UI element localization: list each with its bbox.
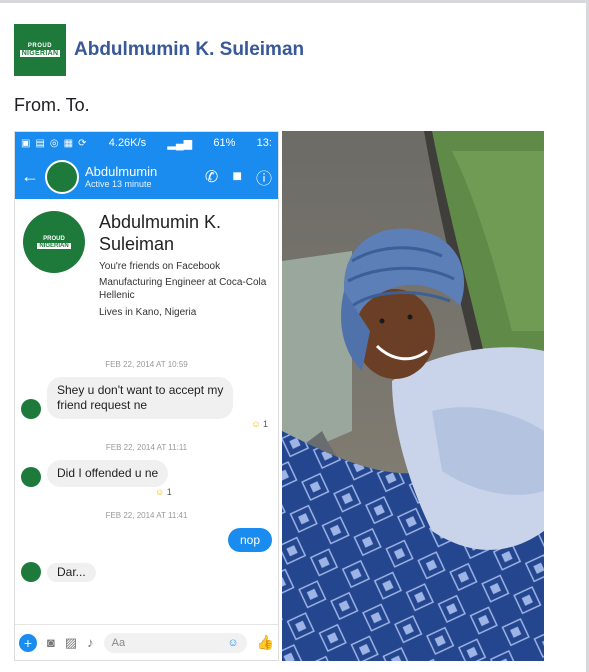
message-input-placeholder: Aa: [111, 636, 126, 649]
message-reaction[interactable]: ☺ 1: [15, 419, 278, 429]
sender-avatar: [21, 467, 41, 487]
contact-name: Abdulmumin: [85, 164, 158, 179]
avatar-text-proud: PROUD: [27, 43, 53, 49]
signal-icon: ▂▄▆: [167, 137, 193, 150]
timestamp: FEB 22, 2014 AT 10:59: [105, 360, 188, 369]
message-composer: + ◙ ▨ ♪ Aa ☺ 👍: [15, 624, 278, 660]
profile-name-line1: Abdulmumin K.: [99, 212, 222, 232]
plus-icon[interactable]: +: [19, 633, 37, 652]
profile-avatar-nigerian: NIGERIAN: [37, 242, 71, 249]
author-avatar[interactable]: PROUD NIGERIAN: [14, 24, 66, 76]
message-row: Did I offended u ne: [15, 460, 278, 487]
laugh-emoji-icon: ☺: [155, 487, 165, 497]
avatar-text-nigerian: NIGERIAN: [19, 50, 61, 57]
gallery-notif-icon: ▦: [63, 137, 75, 149]
partial-message-bubble[interactable]: Dar...: [47, 563, 96, 582]
microphone-icon[interactable]: ♪: [87, 635, 94, 650]
back-arrow-icon[interactable]: ←: [21, 166, 39, 187]
message-text-line2: friend request ne: [57, 398, 148, 412]
phone-icon[interactable]: ✆: [205, 167, 218, 187]
active-status: Active 13 minute: [85, 179, 152, 189]
contact-profile: PROUD NIGERIAN Abdulmumin K. Suleiman Yo…: [15, 199, 278, 319]
sync-icon: ⟳: [78, 137, 88, 149]
whatsapp-icon: ◎: [49, 137, 60, 149]
notification-icon: ▣: [21, 137, 32, 149]
sender-avatar: [21, 562, 41, 582]
profile-avatar-proud: PROUD: [43, 235, 65, 242]
thumbs-up-icon[interactable]: 👍: [257, 634, 274, 651]
post-header: PROUD NIGERIAN Abdulmumin K. Suleiman: [14, 24, 304, 76]
profile-name-line2: Suleiman: [99, 234, 175, 254]
status-icons: ▣ ▤ ◎ ▦ ⟳: [21, 138, 87, 149]
message-text-line1: Shey u don't want to accept my: [57, 383, 224, 397]
conversation-header: ← Abdulmumin Active 13 minute ✆ ■ ⓘ: [15, 154, 278, 199]
message-bubble[interactable]: Did I offended u ne: [47, 460, 169, 487]
message-reaction[interactable]: ☺ 1: [15, 487, 278, 497]
author-name-link[interactable]: Abdulmumin K. Suleiman: [74, 39, 304, 61]
friends-status: You're friends on Facebook: [99, 261, 221, 272]
outgoing-message-bubble[interactable]: nop: [227, 528, 272, 552]
message-row: Dar...: [15, 562, 278, 582]
phone-status-bar: ▣ ▤ ◎ ▦ ⟳ 4.26K/s ▂▄▆ 61% 13:: [15, 132, 278, 154]
message-row-outgoing: nop: [15, 528, 278, 552]
post-text: From. To.: [14, 95, 90, 115]
camera-icon[interactable]: ◙: [47, 635, 55, 650]
sender-avatar: [21, 399, 41, 419]
timestamp: FEB 22, 2014 AT 11:11: [105, 443, 188, 452]
image-icon[interactable]: ▨: [65, 635, 77, 651]
post-card: PROUD NIGERIAN Abdulmumin K. Suleiman Fr…: [0, 0, 589, 672]
contact-avatar[interactable]: [45, 159, 79, 194]
profile-avatar[interactable]: PROUD NIGERIAN: [23, 211, 85, 273]
photo-woman-in-car[interactable]: [282, 131, 544, 661]
photo-illustration: [282, 131, 544, 661]
info-icon[interactable]: ⓘ: [256, 165, 272, 189]
reaction-count: 1: [262, 419, 268, 429]
chat-thread[interactable]: FEB 22, 2014 AT 10:59 Shey u don't want …: [15, 352, 278, 582]
laugh-emoji-icon: ☺: [251, 419, 261, 429]
message-input[interactable]: Aa ☺: [103, 632, 247, 653]
emoji-icon[interactable]: ☺: [227, 637, 238, 649]
job-line2: Hellenic: [99, 290, 135, 301]
video-icon[interactable]: ■: [232, 168, 242, 186]
contact-info[interactable]: Abdulmumin Active 13 minute: [85, 164, 191, 189]
job-line1: Manufacturing Engineer at Coca-Cola: [99, 277, 267, 288]
clock: 13:: [256, 137, 272, 149]
profile-info: Abdulmumin K. Suleiman You're friends on…: [99, 211, 266, 319]
timestamp: FEB 22, 2014 AT 11:41: [105, 511, 188, 520]
message-row: Shey u don't want to accept my friend re…: [15, 377, 278, 419]
message-bubble[interactable]: Shey u don't want to accept my friend re…: [47, 377, 234, 419]
messenger-screenshot[interactable]: ▣ ▤ ◎ ▦ ⟳ 4.26K/s ▂▄▆ 61% 13: ← Abdulmum…: [14, 131, 279, 661]
battery-level: 61%: [213, 137, 236, 149]
network-speed: 4.26K/s: [108, 137, 147, 149]
location: Lives in Kano, Nigeria: [99, 307, 197, 318]
message-icon: ▤: [35, 137, 46, 149]
reaction-count: 1: [166, 487, 172, 497]
